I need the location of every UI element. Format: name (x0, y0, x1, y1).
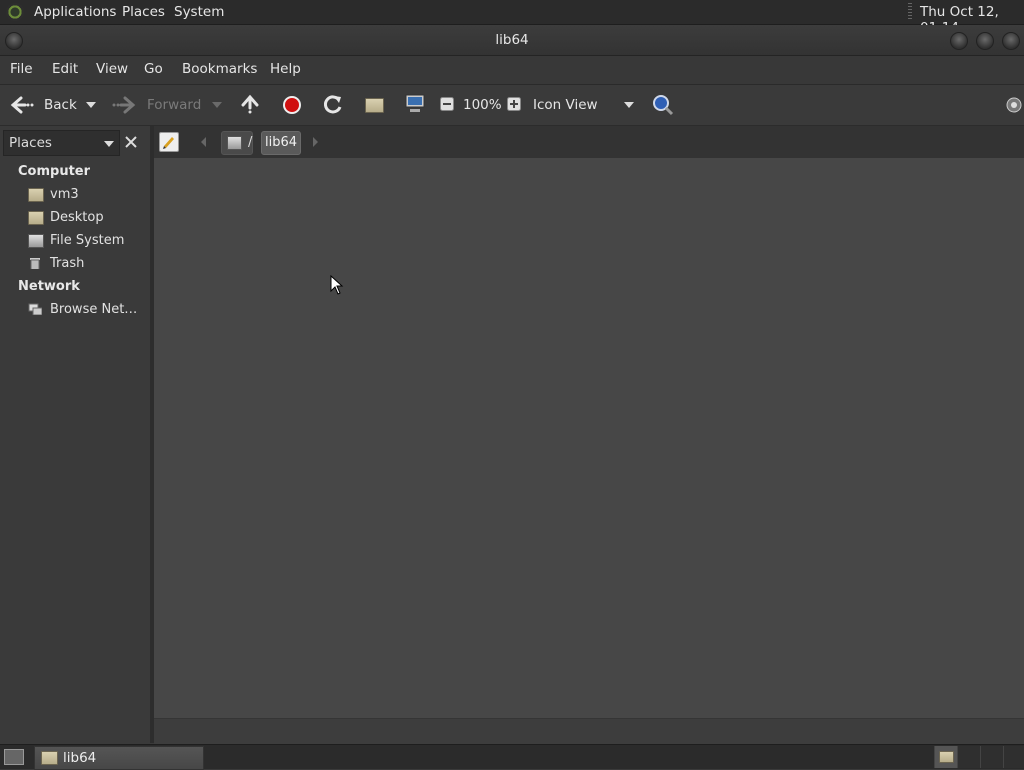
menu-go[interactable]: Go (144, 61, 163, 77)
workspace-4[interactable] (1003, 746, 1024, 768)
view-mode-select[interactable]: Icon View (533, 97, 598, 113)
network-icon (28, 303, 42, 315)
back-history-chevron-down-icon[interactable] (86, 102, 96, 108)
show-desktop-icon[interactable] (4, 749, 24, 765)
sidebar-item-vm3[interactable]: vm3 (26, 186, 146, 206)
minimize-button[interactable] (950, 32, 968, 50)
sidebar-item-browse-network[interactable]: Browse Net… (26, 301, 146, 321)
crumb-lib64[interactable]: lib64 (261, 131, 301, 155)
window-titlebar[interactable]: lib64 (0, 25, 1024, 56)
sidebar-selector-chevron-down-icon[interactable] (104, 141, 114, 147)
zoom-out-icon[interactable] (440, 97, 454, 111)
up-arrow-icon[interactable] (240, 94, 260, 116)
back-button[interactable]: Back (44, 97, 77, 113)
forward-arrow-icon (112, 96, 136, 114)
places-menu[interactable]: Places (122, 4, 165, 20)
zoom-level[interactable]: 100% (463, 97, 502, 113)
taskbar-window-label: lib64 (63, 750, 97, 766)
sidebar-item-label: Desktop (50, 210, 104, 225)
sidebar-item-label: Browse Net… (50, 302, 138, 317)
forward-button: Forward (147, 97, 202, 113)
statusbar (154, 718, 1024, 744)
close-sidebar-icon[interactable] (124, 135, 138, 149)
applications-menu[interactable]: Applications (34, 4, 116, 20)
sidebar-item-label: vm3 (50, 187, 79, 202)
crumb-lib64-label: lib64 (265, 135, 298, 150)
zoom-in-icon[interactable] (507, 97, 521, 111)
computer-icon[interactable] (404, 94, 426, 114)
top-panel: Applications Places System Thu Oct 12, 0… (0, 0, 1024, 36)
forward-history-chevron-down-icon (212, 102, 222, 108)
mouse-cursor-icon (330, 275, 344, 295)
sidebar-item-file-system[interactable]: File System (26, 232, 146, 252)
places-sidebar: Computer vm3 Desktop File System Trash N… (0, 158, 150, 743)
home-folder-icon (28, 188, 44, 202)
taskbar-window-lib64[interactable]: lib64 (34, 746, 204, 770)
view-mode-chevron-down-icon[interactable] (624, 102, 634, 108)
toolbar: Back Forward 100% Icon View (0, 85, 1024, 126)
reload-icon[interactable] (322, 94, 344, 116)
gnome-foot-icon[interactable] (6, 3, 24, 21)
section-network: Network (18, 279, 80, 294)
menu-edit[interactable]: Edit (52, 61, 78, 77)
path-right-chevron-icon[interactable] (311, 136, 319, 148)
menubar: File Edit View Go Bookmarks Help (0, 56, 1024, 85)
system-menu[interactable]: System (174, 4, 224, 20)
edit-location-icon[interactable] (159, 132, 179, 152)
menu-help[interactable]: Help (270, 61, 301, 77)
drive-icon (227, 136, 242, 150)
home-icon[interactable] (365, 98, 384, 113)
sidebar-selector[interactable]: Places (3, 130, 120, 156)
menu-file[interactable]: File (10, 61, 33, 77)
sidebar-item-trash[interactable]: Trash (26, 255, 146, 275)
section-computer: Computer (18, 164, 91, 179)
trash-icon (30, 258, 40, 269)
path-bar: / lib64 (154, 126, 1024, 158)
sidebar-item-label: File System (50, 233, 125, 248)
menu-bookmarks[interactable]: Bookmarks (182, 61, 257, 77)
close-button[interactable] (1002, 32, 1020, 50)
menu-view[interactable]: View (96, 61, 128, 77)
window-title: lib64 (495, 32, 529, 48)
desktop-folder-icon (28, 211, 44, 225)
back-arrow-icon[interactable] (10, 95, 34, 115)
file-view[interactable] (154, 158, 1024, 718)
workspace-3[interactable] (980, 746, 1003, 768)
path-left-chevron-icon[interactable] (200, 136, 208, 148)
maximize-button[interactable] (976, 32, 994, 50)
path-separator: / (248, 135, 253, 150)
sidebar-item-label: Trash (50, 256, 85, 271)
sidebar-selector-label: Places (9, 135, 52, 151)
sidebar-item-desktop[interactable]: Desktop (26, 209, 146, 229)
folder-icon (41, 751, 58, 765)
stop-icon[interactable] (282, 95, 302, 115)
folder-icon (939, 751, 954, 763)
workspace-2[interactable] (957, 746, 980, 768)
workspace-switcher (934, 746, 1024, 768)
search-icon[interactable] (652, 94, 674, 116)
workspace-1[interactable] (934, 746, 957, 768)
panel-handle (908, 3, 912, 21)
throbber-icon (1006, 97, 1022, 113)
drive-icon (28, 234, 44, 248)
bottom-panel: lib64 (0, 744, 1024, 770)
